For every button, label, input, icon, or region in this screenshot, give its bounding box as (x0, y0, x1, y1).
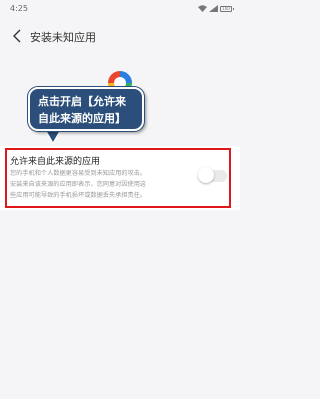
tooltip-line-1: 点击开启【允许来 (38, 95, 126, 108)
battery-icon: 100 (220, 5, 234, 12)
setting-description-line: 些应用可能导致的手机损坏或数据丢失承担责任。 (10, 192, 147, 199)
toggle-knob[interactable] (198, 167, 214, 183)
setting-description-line: 安装来自该来源的应用即表示，您同意对因使用这 (10, 181, 147, 188)
status-time: 4:25 (10, 4, 28, 13)
setting-description: 您的手机和个人数据更容易受到未知应用的攻击。 安装来自该来源的应用即表示，您同意… (10, 168, 192, 201)
status-icons: 100 (198, 5, 234, 12)
signal-icon (209, 5, 218, 12)
wifi-icon (198, 5, 207, 12)
header: 安装未知应用 (0, 24, 240, 50)
setting-description-line: 您的手机和个人数据更容易受到未知应用的攻击。 (10, 170, 147, 177)
page-title: 安装未知应用 (30, 31, 96, 44)
back-arrow-icon[interactable] (12, 29, 22, 43)
status-bar: 4:25 100 (0, 0, 240, 18)
instruction-tooltip: 点击开启【允许来 自此来源的应用】 (28, 87, 144, 131)
tooltip-line-2: 自此来源的应用】 (38, 112, 126, 125)
tooltip-tail (46, 130, 60, 142)
setting-title: 允许来自此来源的应用 (10, 157, 101, 167)
